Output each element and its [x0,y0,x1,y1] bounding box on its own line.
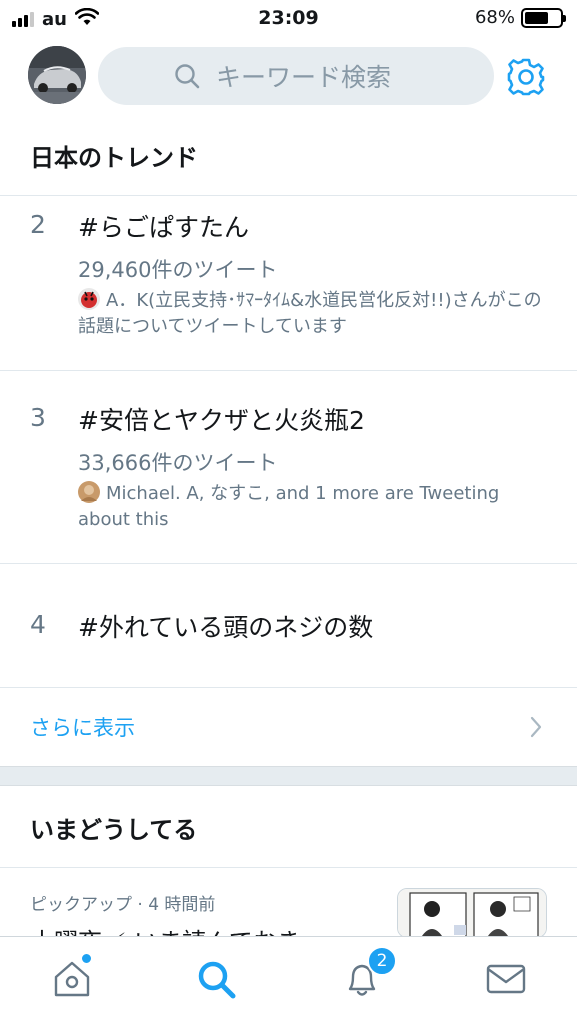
pickup-meta: ピックアップ · 4 時間前 [30,895,216,915]
trend-item[interactable]: 2 #らごぱすたん 29,460件のツイート A．K(立民支持･ｻﾏｰﾀｲﾑ&水… [0,196,577,370]
battery-icon [521,7,566,28]
trend-context: Michael. A, なすこ, and 1 more are Tweeting… [78,481,548,533]
trend-context-text: A．K(立民支持･ｻﾏｰﾀｲﾑ&水道民営化反対!!)さんがこの話題についてツイー… [78,290,542,337]
search-tab-icon[interactable] [194,957,238,1001]
status-bar: au 23:09 68% [0,0,577,38]
trend-item[interactable]: 3 #安倍とヤクザと火炎瓶2 33,666件のツイート Michael. A, … [0,371,577,563]
show-more-label: さらに表示 [30,716,135,740]
trend-context: A．K(立民支持･ｻﾏｰﾀｲﾑ&水道民営化反対!!)さんがこの話題についてツイー… [78,288,548,340]
trends-title: 日本のトレンド [30,144,198,172]
envelope-icon[interactable] [484,957,528,1001]
profile-avatar[interactable] [28,46,86,104]
section-separator [0,766,577,786]
show-more-link[interactable]: さらに表示 [0,688,577,766]
search-placeholder: キーワード検索 [216,63,392,92]
trend-tweet-count: 29,460件のツイート [78,258,278,282]
divider [0,867,577,868]
trend-tweet-count: 33,666件のツイート [78,451,278,475]
top-nav: キーワード検索 [0,40,577,112]
trend-item[interactable]: 4 #外れている頭のネジの数 [0,564,577,688]
gear-icon[interactable] [506,57,546,101]
happening-title: いまどうしてる [30,816,198,844]
search-icon [174,63,200,93]
context-avatar [78,481,100,503]
pickup-thumbnail[interactable] [397,888,547,938]
search-input[interactable]: キーワード検索 [98,47,494,105]
trend-name[interactable]: #らごぱすたん [78,208,249,244]
pickup-headline[interactable]: 土曜夜 ⚡ いま読んでおき [30,922,301,936]
trend-rank: 3 [30,403,46,432]
battery-percent: 68% [474,7,515,28]
home-unread-dot [81,953,92,964]
trend-name[interactable]: #外れている頭のネジの数 [78,608,373,644]
status-right: 68% [474,7,566,28]
bottom-tab-bar [0,936,577,1024]
trend-rank: 2 [30,210,46,239]
chevron-right-icon [529,715,543,743]
trend-context-text: Michael. A, なすこ, and 1 more are Tweeting… [78,483,500,530]
context-avatar [78,288,100,310]
trend-name[interactable]: #安倍とヤクザと火炎瓶2 [78,401,365,437]
trend-rank: 4 [30,610,46,639]
notification-badge: 2 [367,946,397,976]
